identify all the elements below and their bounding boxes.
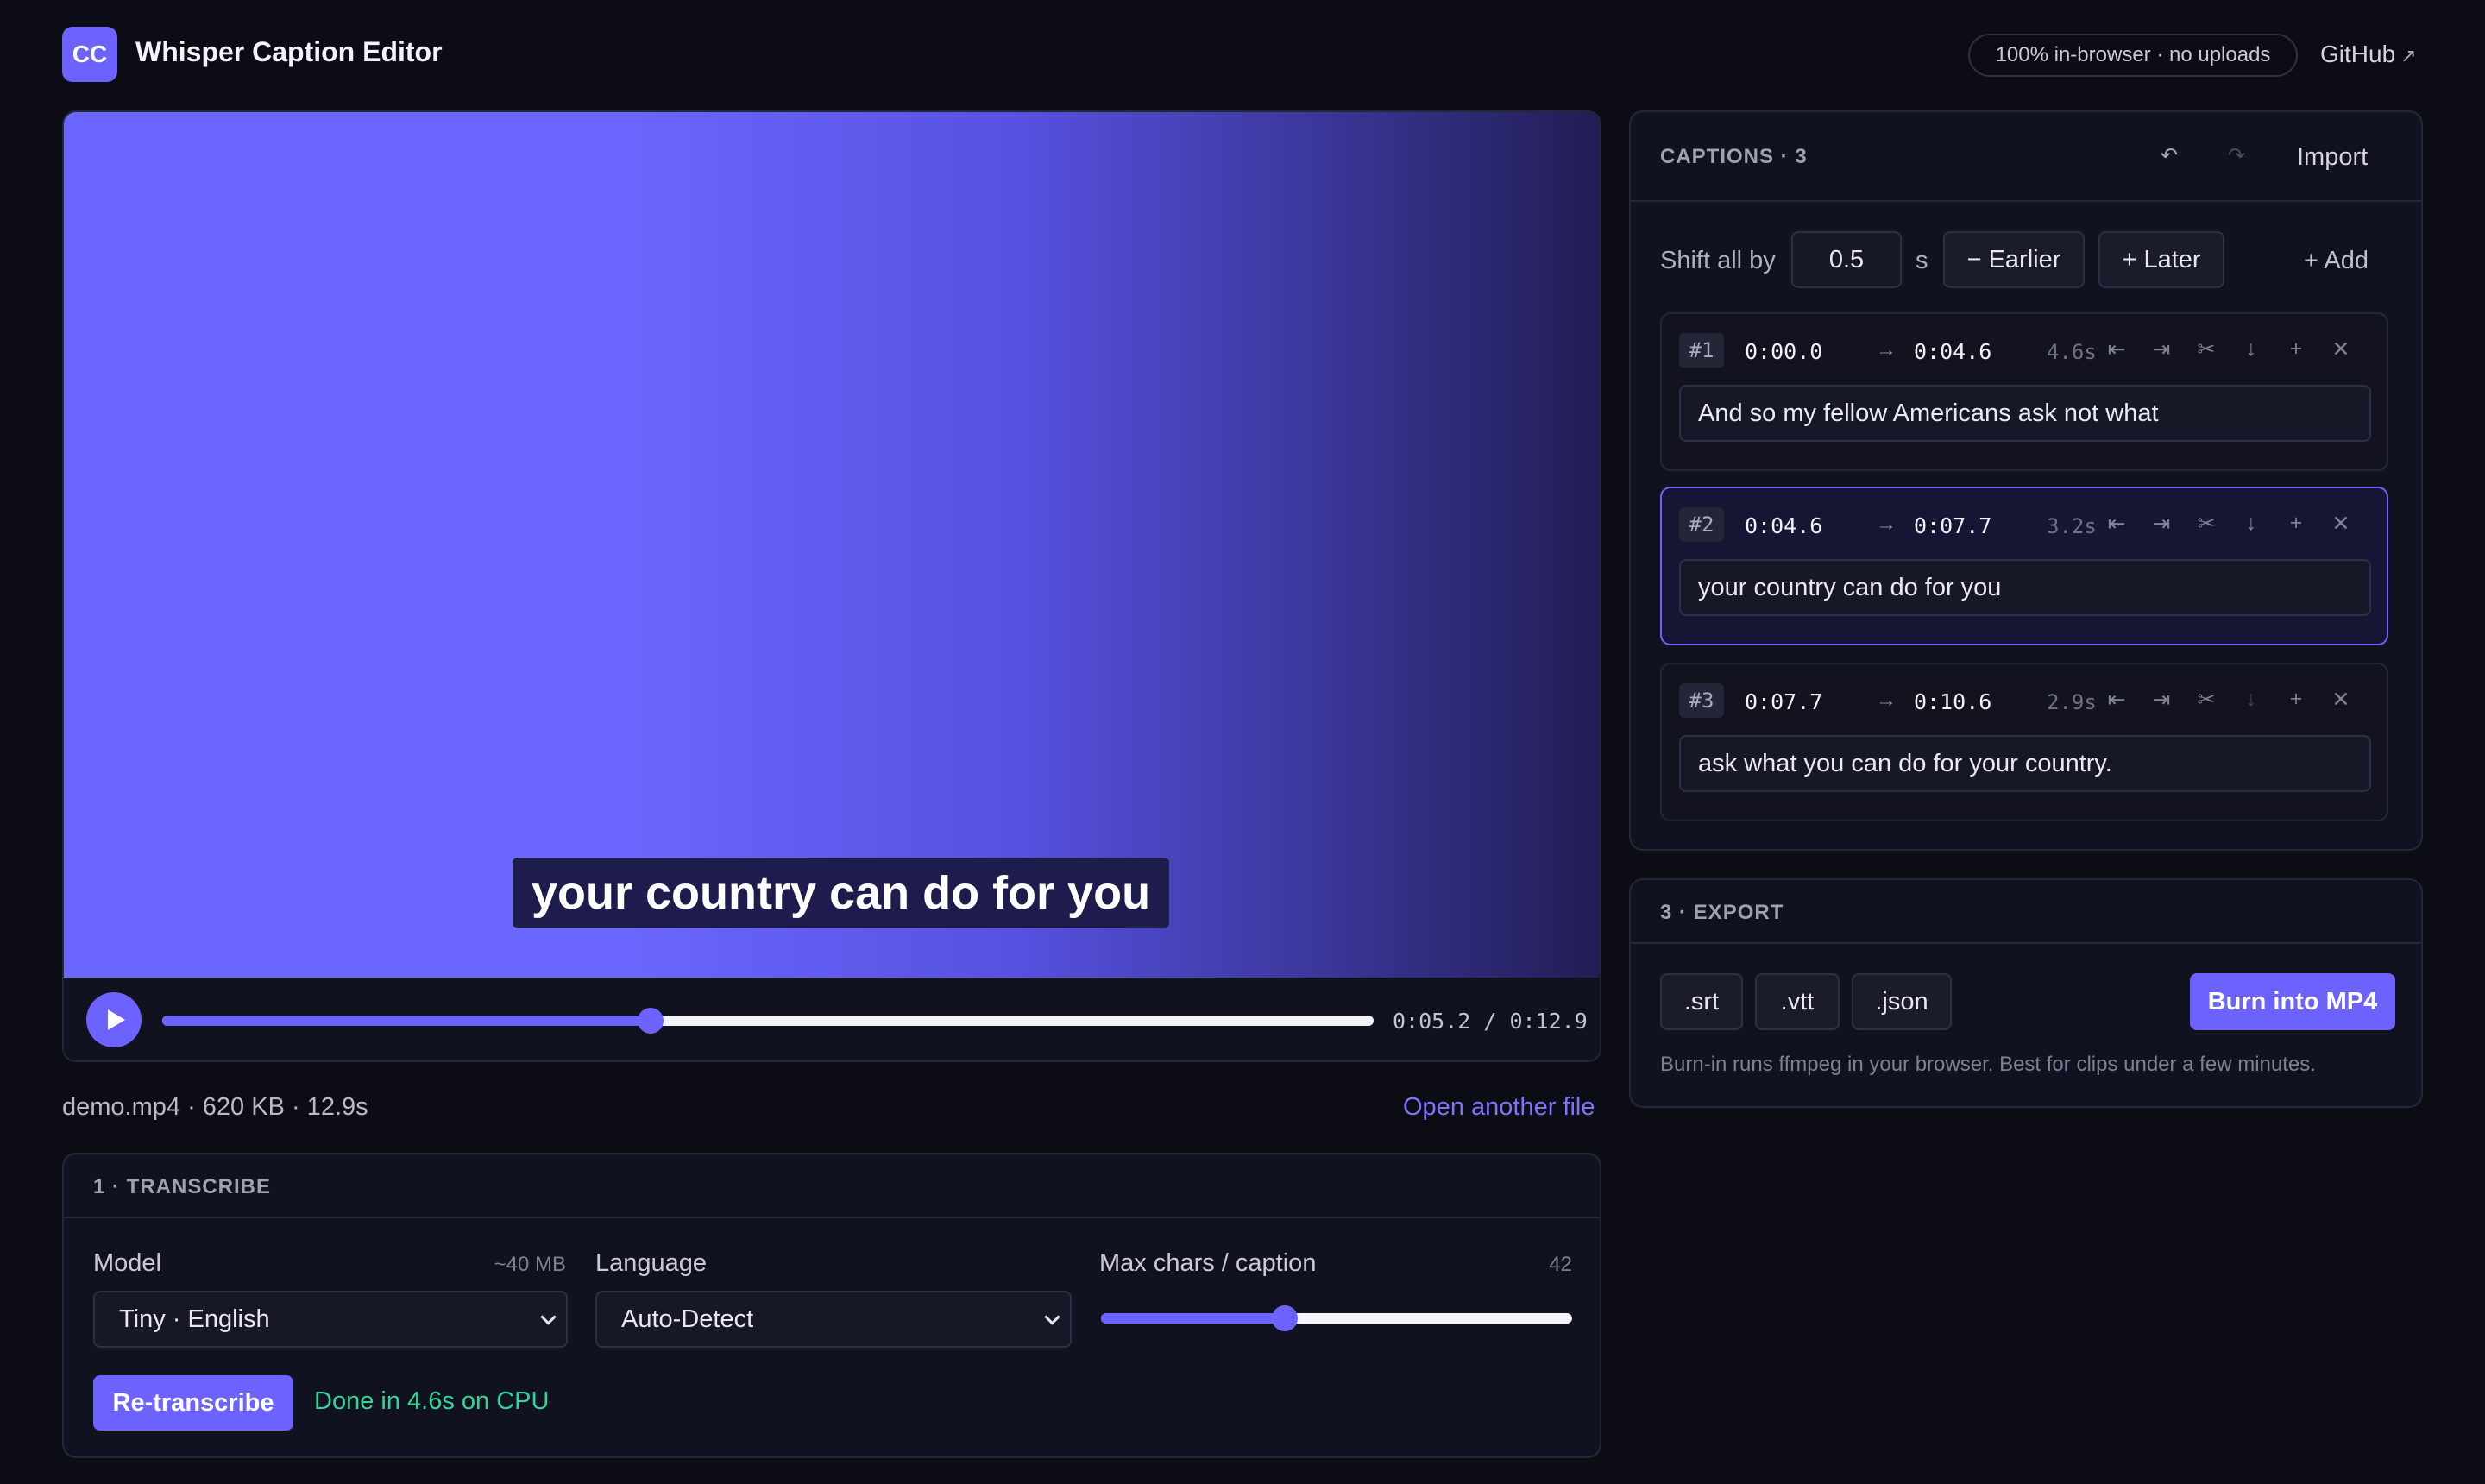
language-select-value: Auto-Detect (621, 1305, 754, 1333)
shift-amount-input[interactable]: 0.5 (1791, 231, 1902, 288)
caption-end-time[interactable]: 0:04.6 (1914, 339, 1991, 364)
export-json-button[interactable]: .json (1852, 973, 1952, 1030)
snap-end-icon[interactable]: ⇥ (2150, 511, 2173, 537)
snap-end-icon[interactable]: ⇥ (2150, 687, 2173, 713)
captions-panel: CAPTIONS · 3 ↶ ↷ Import Shift all by 0.5… (1629, 110, 2423, 851)
caption-text-input[interactable]: your country can do for you (1679, 559, 2371, 616)
export-vtt-button[interactable]: .vtt (1755, 973, 1840, 1030)
caption-duration: 3.2s (2047, 514, 2097, 538)
transcribe-status: Done in 4.6s on CPU (314, 1387, 550, 1415)
seek-bar-handle[interactable] (637, 1008, 664, 1034)
app-title: Whisper Caption Editor (135, 36, 443, 67)
max-chars-label: Max chars / caption (1099, 1249, 1317, 1277)
arrow-right-icon: → (1876, 512, 1897, 536)
app-logo: CC (62, 27, 117, 82)
play-button[interactable] (86, 992, 142, 1047)
caption-start-time[interactable]: 0:00.0 (1745, 339, 1822, 364)
caption-row[interactable]: #1 0:00.0 → 0:04.6 4.6s ⇤ ⇥ ✂ ↓ + ✕ And … (1660, 312, 2388, 471)
caption-start-time[interactable]: 0:04.6 (1745, 513, 1822, 538)
language-select[interactable]: Auto-Detect (595, 1291, 1072, 1348)
caption-start-time[interactable]: 0:07.7 (1745, 689, 1822, 714)
divider (64, 1217, 1600, 1218)
seek-bar-progress (162, 1016, 651, 1026)
split-scissors-icon[interactable]: ✂ (2195, 511, 2218, 537)
subtitle-overlay: your country can do for you (513, 858, 1170, 928)
caption-end-time[interactable]: 0:07.7 (1914, 513, 1991, 538)
export-note: Burn-in runs ffmpeg in your browser. Bes… (1660, 1053, 2316, 1076)
shift-label: Shift all by (1660, 247, 1776, 274)
transcribe-panel: 1 · TRANSCRIBE Model ~40 MB Tiny · Engli… (62, 1153, 1601, 1458)
model-label: Model (93, 1249, 161, 1277)
snap-start-icon[interactable]: ⇤ (2105, 511, 2128, 537)
export-panel: 3 · EXPORT .srt .vtt .json Burn into MP4… (1629, 878, 2423, 1108)
snap-start-icon[interactable]: ⇤ (2105, 687, 2128, 713)
divider (1631, 942, 2421, 944)
merge-down-icon[interactable]: ↓ (2240, 511, 2262, 536)
delete-icon[interactable]: ✕ (2330, 336, 2352, 362)
file-info: demo.mp4 · 620 KB · 12.9s (62, 1093, 368, 1121)
seek-bar[interactable] (162, 1008, 1374, 1034)
insert-icon[interactable]: + (2285, 336, 2307, 362)
github-link-label: GitHub (2320, 41, 2396, 67)
undo-icon[interactable]: ↶ (2161, 143, 2178, 168)
transcribe-section-title: 1 · TRANSCRIBE (93, 1175, 272, 1198)
shift-later-button[interactable]: + Later (2098, 231, 2224, 288)
caption-row[interactable]: #3 0:07.7 → 0:10.6 2.9s ⇤ ⇥ ✂ ↓ + ✕ ask … (1660, 663, 2388, 821)
redo-icon[interactable]: ↷ (2228, 143, 2245, 168)
snap-end-icon[interactable]: ⇥ (2150, 336, 2173, 362)
play-icon (107, 1009, 125, 1030)
import-button[interactable]: Import (2297, 143, 2368, 172)
caption-text-input[interactable]: ask what you can do for your country. (1679, 735, 2371, 792)
export-srt-button[interactable]: .srt (1660, 973, 1743, 1030)
insert-icon[interactable]: + (2285, 511, 2307, 536)
caption-index: #3 (1679, 683, 1724, 718)
caption-row[interactable]: #2 0:04.6 → 0:07.7 3.2s ⇤ ⇥ ✂ ↓ + ✕ your… (1660, 487, 2388, 645)
split-scissors-icon[interactable]: ✂ (2195, 687, 2218, 713)
video-player: your country can do for you 0:05.2 / 0:1… (62, 110, 1601, 1062)
caption-duration: 4.6s (2047, 340, 2097, 364)
insert-icon[interactable]: + (2285, 687, 2307, 712)
arrow-right-icon: → (1876, 689, 1897, 712)
player-controls: 0:05.2 / 0:12.9 (64, 978, 1600, 1060)
export-section-title: 3 · EXPORT (1660, 901, 1784, 924)
model-select-value: Tiny · English (119, 1305, 270, 1333)
burn-into-mp4-button[interactable]: Burn into MP4 (2190, 973, 2395, 1030)
delete-icon[interactable]: ✕ (2330, 687, 2352, 713)
github-link[interactable]: GitHub ↗ (2320, 41, 2417, 68)
model-size-hint: ~40 MB (494, 1253, 566, 1276)
max-chars-slider-fill (1101, 1313, 1285, 1324)
model-select[interactable]: Tiny · English (93, 1291, 568, 1348)
snap-start-icon[interactable]: ⇤ (2105, 336, 2128, 362)
external-link-icon: ↗ (2400, 45, 2417, 66)
add-caption-button[interactable]: + Add (2304, 247, 2369, 275)
privacy-badge: 100% in-browser · no uploads (1968, 34, 2298, 77)
chevron-down-icon (1044, 1309, 1060, 1325)
open-another-file-link[interactable]: Open another file (1403, 1093, 1595, 1122)
split-scissors-icon[interactable]: ✂ (2195, 336, 2218, 362)
chevron-down-icon (540, 1309, 557, 1325)
caption-index: #2 (1679, 507, 1724, 542)
divider (1631, 200, 2421, 202)
shift-earlier-button[interactable]: − Earlier (1943, 231, 2085, 288)
retranscribe-button[interactable]: Re-transcribe (93, 1375, 293, 1431)
caption-text-input[interactable]: And so my fellow Americans ask not what (1679, 385, 2371, 442)
video-frame[interactable]: your country can do for you (64, 112, 1600, 978)
caption-end-time[interactable]: 0:10.6 (1914, 689, 1991, 714)
merge-down-icon[interactable]: ↓ (2240, 336, 2262, 362)
captions-title: CAPTIONS · 3 (1660, 145, 1808, 168)
max-chars-slider-handle[interactable] (1271, 1305, 1298, 1331)
max-chars-slider[interactable] (1101, 1305, 1572, 1331)
delete-icon[interactable]: ✕ (2330, 511, 2352, 537)
arrow-right-icon: → (1876, 338, 1897, 362)
caption-duration: 2.9s (2047, 690, 2097, 714)
caption-index: #1 (1679, 333, 1724, 368)
language-label: Language (595, 1249, 708, 1277)
max-chars-value: 42 (1549, 1253, 1572, 1276)
time-readout: 0:05.2 / 0:12.9 (1393, 1009, 1588, 1034)
shift-unit: s (1916, 247, 1928, 274)
merge-down-icon: ↓ (2245, 687, 2257, 711)
